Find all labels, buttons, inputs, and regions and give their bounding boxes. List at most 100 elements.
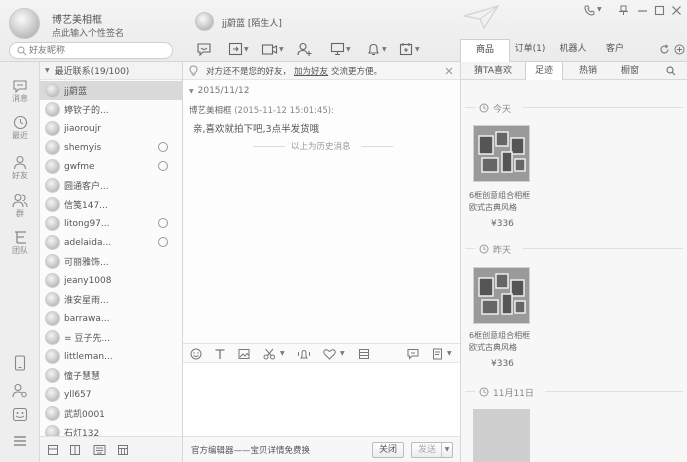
image-icon[interactable] [238,348,250,360]
document-settings-icon[interactable] [432,348,444,360]
notice-close-icon[interactable] [445,67,453,75]
group-icon [12,193,28,208]
menu-icon[interactable] [13,435,27,447]
product-thumbnail[interactable] [473,125,530,182]
video-button[interactable]: ▼ [261,40,284,58]
search-input[interactable] [29,44,167,57]
contact-avatar [45,273,60,288]
chat-bubble-icon [13,80,27,93]
scissors-icon[interactable] [263,348,276,360]
search-icon[interactable] [666,66,676,76]
contact-row[interactable]: yll657 [40,385,182,404]
contact-row[interactable]: shemyis [40,138,182,157]
chevron-down-icon[interactable]: ▼ [447,350,452,357]
contact-row[interactable]: jiaoroujr [40,119,182,138]
chevron-down-icon[interactable]: ▼ [340,350,345,357]
robot-assistant-icon[interactable] [12,407,28,422]
contact-row[interactable]: 圆通客户... [40,176,182,195]
header-tab-robot[interactable]: 机器人 [552,39,594,62]
add-friend-button[interactable] [297,40,313,58]
rail-item-team[interactable]: 团队 [0,230,40,256]
pin-icon[interactable] [618,5,629,16]
mobile-icon[interactable] [14,355,26,371]
message-history-icon[interactable] [406,348,420,360]
product-price: ¥336 [491,359,514,369]
collapse-icon[interactable]: ▼ [189,88,194,95]
alarm-icon [368,43,379,55]
message-header: 博艺美相框 (2015-11-12 15:01:45): [189,104,334,116]
search-box[interactable] [9,42,173,59]
tab-guess-likes[interactable]: 猜TA喜欢 [467,62,519,80]
contact-row[interactable]: = 豆子先... [40,328,182,347]
close-chat-button[interactable]: 关闭 [372,442,404,458]
tab-showcase[interactable]: 橱窗 [613,62,647,80]
contact-row[interactable]: 淮安星雨... [40,290,182,309]
contact-row[interactable]: barrawa... [40,309,182,328]
group-add-icon[interactable] [47,444,59,456]
product-thumbnail[interactable] [473,267,530,324]
tab-hot-sales[interactable]: 热销 [571,62,605,80]
product-name[interactable]: 6框创意组合相框 欧式古典风格 [469,330,539,354]
person-icon [13,155,27,170]
product-name[interactable]: 6框创意组合相框 欧式古典风格 [469,190,539,214]
shake-icon[interactable] [297,348,311,360]
maximize-icon[interactable] [654,5,665,16]
table-icon[interactable] [358,348,370,360]
contact-settings-icon[interactable] [12,383,28,398]
contact-row[interactable]: jj蔚蓝 [40,81,182,100]
contact-avatar [45,368,60,383]
contact-row[interactable]: gwfme [40,157,182,176]
send-button[interactable]: 发送 ▼ [411,442,453,458]
rail-item-groups[interactable]: 群 [0,193,40,219]
emoticon-chat-button[interactable] [196,40,212,58]
message-input[interactable] [183,363,460,436]
heart-icon[interactable] [323,348,336,360]
contact-row[interactable]: adelaida... [40,233,182,252]
rail-item-recent[interactable]: 最近 [0,115,40,141]
header-tab-orders[interactable]: 订单(1) [510,39,550,62]
transfer-file-button[interactable]: ▼ [228,40,249,58]
video-camera-icon [261,43,278,55]
header-tab-products[interactable]: 商品 [460,39,510,62]
top-header: 博艺美相框 点此输入个性签名 jj蔚蓝 [陌生人] ▼ ▼ ▼ ▼ ▼ ▼ [0,0,687,62]
close-icon[interactable] [671,5,682,16]
timeline-group-yesterday: 昨天 [479,242,511,256]
refresh-icon[interactable] [659,44,670,55]
chevron-down-icon[interactable]: ▼ [280,350,285,357]
minimize-icon[interactable] [637,5,648,16]
contact-row[interactable]: 可丽雅饰... [40,252,182,271]
keyboard-icon[interactable] [93,444,106,456]
schedule-button[interactable]: ▼ [399,40,420,58]
profile-signature[interactable]: 点此输入个性签名 [52,26,124,39]
contact-row[interactable]: 婷钦子的... [40,100,182,119]
contact-row[interactable]: litong97... [40,214,182,233]
send-options-icon[interactable]: ▼ [441,443,452,457]
phone-icon[interactable] [584,5,595,16]
contact-row[interactable]: jeany1008 [40,271,182,290]
clock-icon [13,115,27,130]
window-icon[interactable] [69,444,81,456]
plus-icon[interactable] [674,44,685,55]
screen-share-button[interactable]: ▼ [330,40,351,58]
emoji-icon[interactable] [190,348,202,360]
add-friend-link[interactable]: 加为好友 [294,65,328,77]
contact-row[interactable]: littleman... [40,347,182,366]
product-thumbnail[interactable] [473,409,530,462]
contact-group-header[interactable]: ▼ 最近联系(19/100) [40,62,182,80]
editor-promo-link[interactable]: 官方编辑器——宝贝详情免费换 [191,444,310,456]
notice-tail: 交流更方便。 [331,66,383,77]
profile-avatar[interactable] [9,8,40,39]
contact-row[interactable]: 憧子慧慧 [40,366,182,385]
rail-item-friends[interactable]: 好友 [0,155,40,181]
contact-row[interactable]: 武凯0001 [40,404,182,423]
app-grid-icon[interactable] [117,444,129,456]
header-tab-customers[interactable]: 客户 [598,39,632,62]
search-icon [17,46,27,56]
font-icon[interactable] [214,348,226,360]
contact-row[interactable]: 信笺147... [40,195,182,214]
phone-dropdown-icon[interactable]: ▼ [597,6,602,13]
rail-item-messages[interactable]: 消息 [0,79,40,104]
tab-footprints[interactable]: 足迹 [525,61,563,80]
conversation-avatar[interactable] [195,12,214,31]
remind-button[interactable]: ▼ [366,40,387,58]
